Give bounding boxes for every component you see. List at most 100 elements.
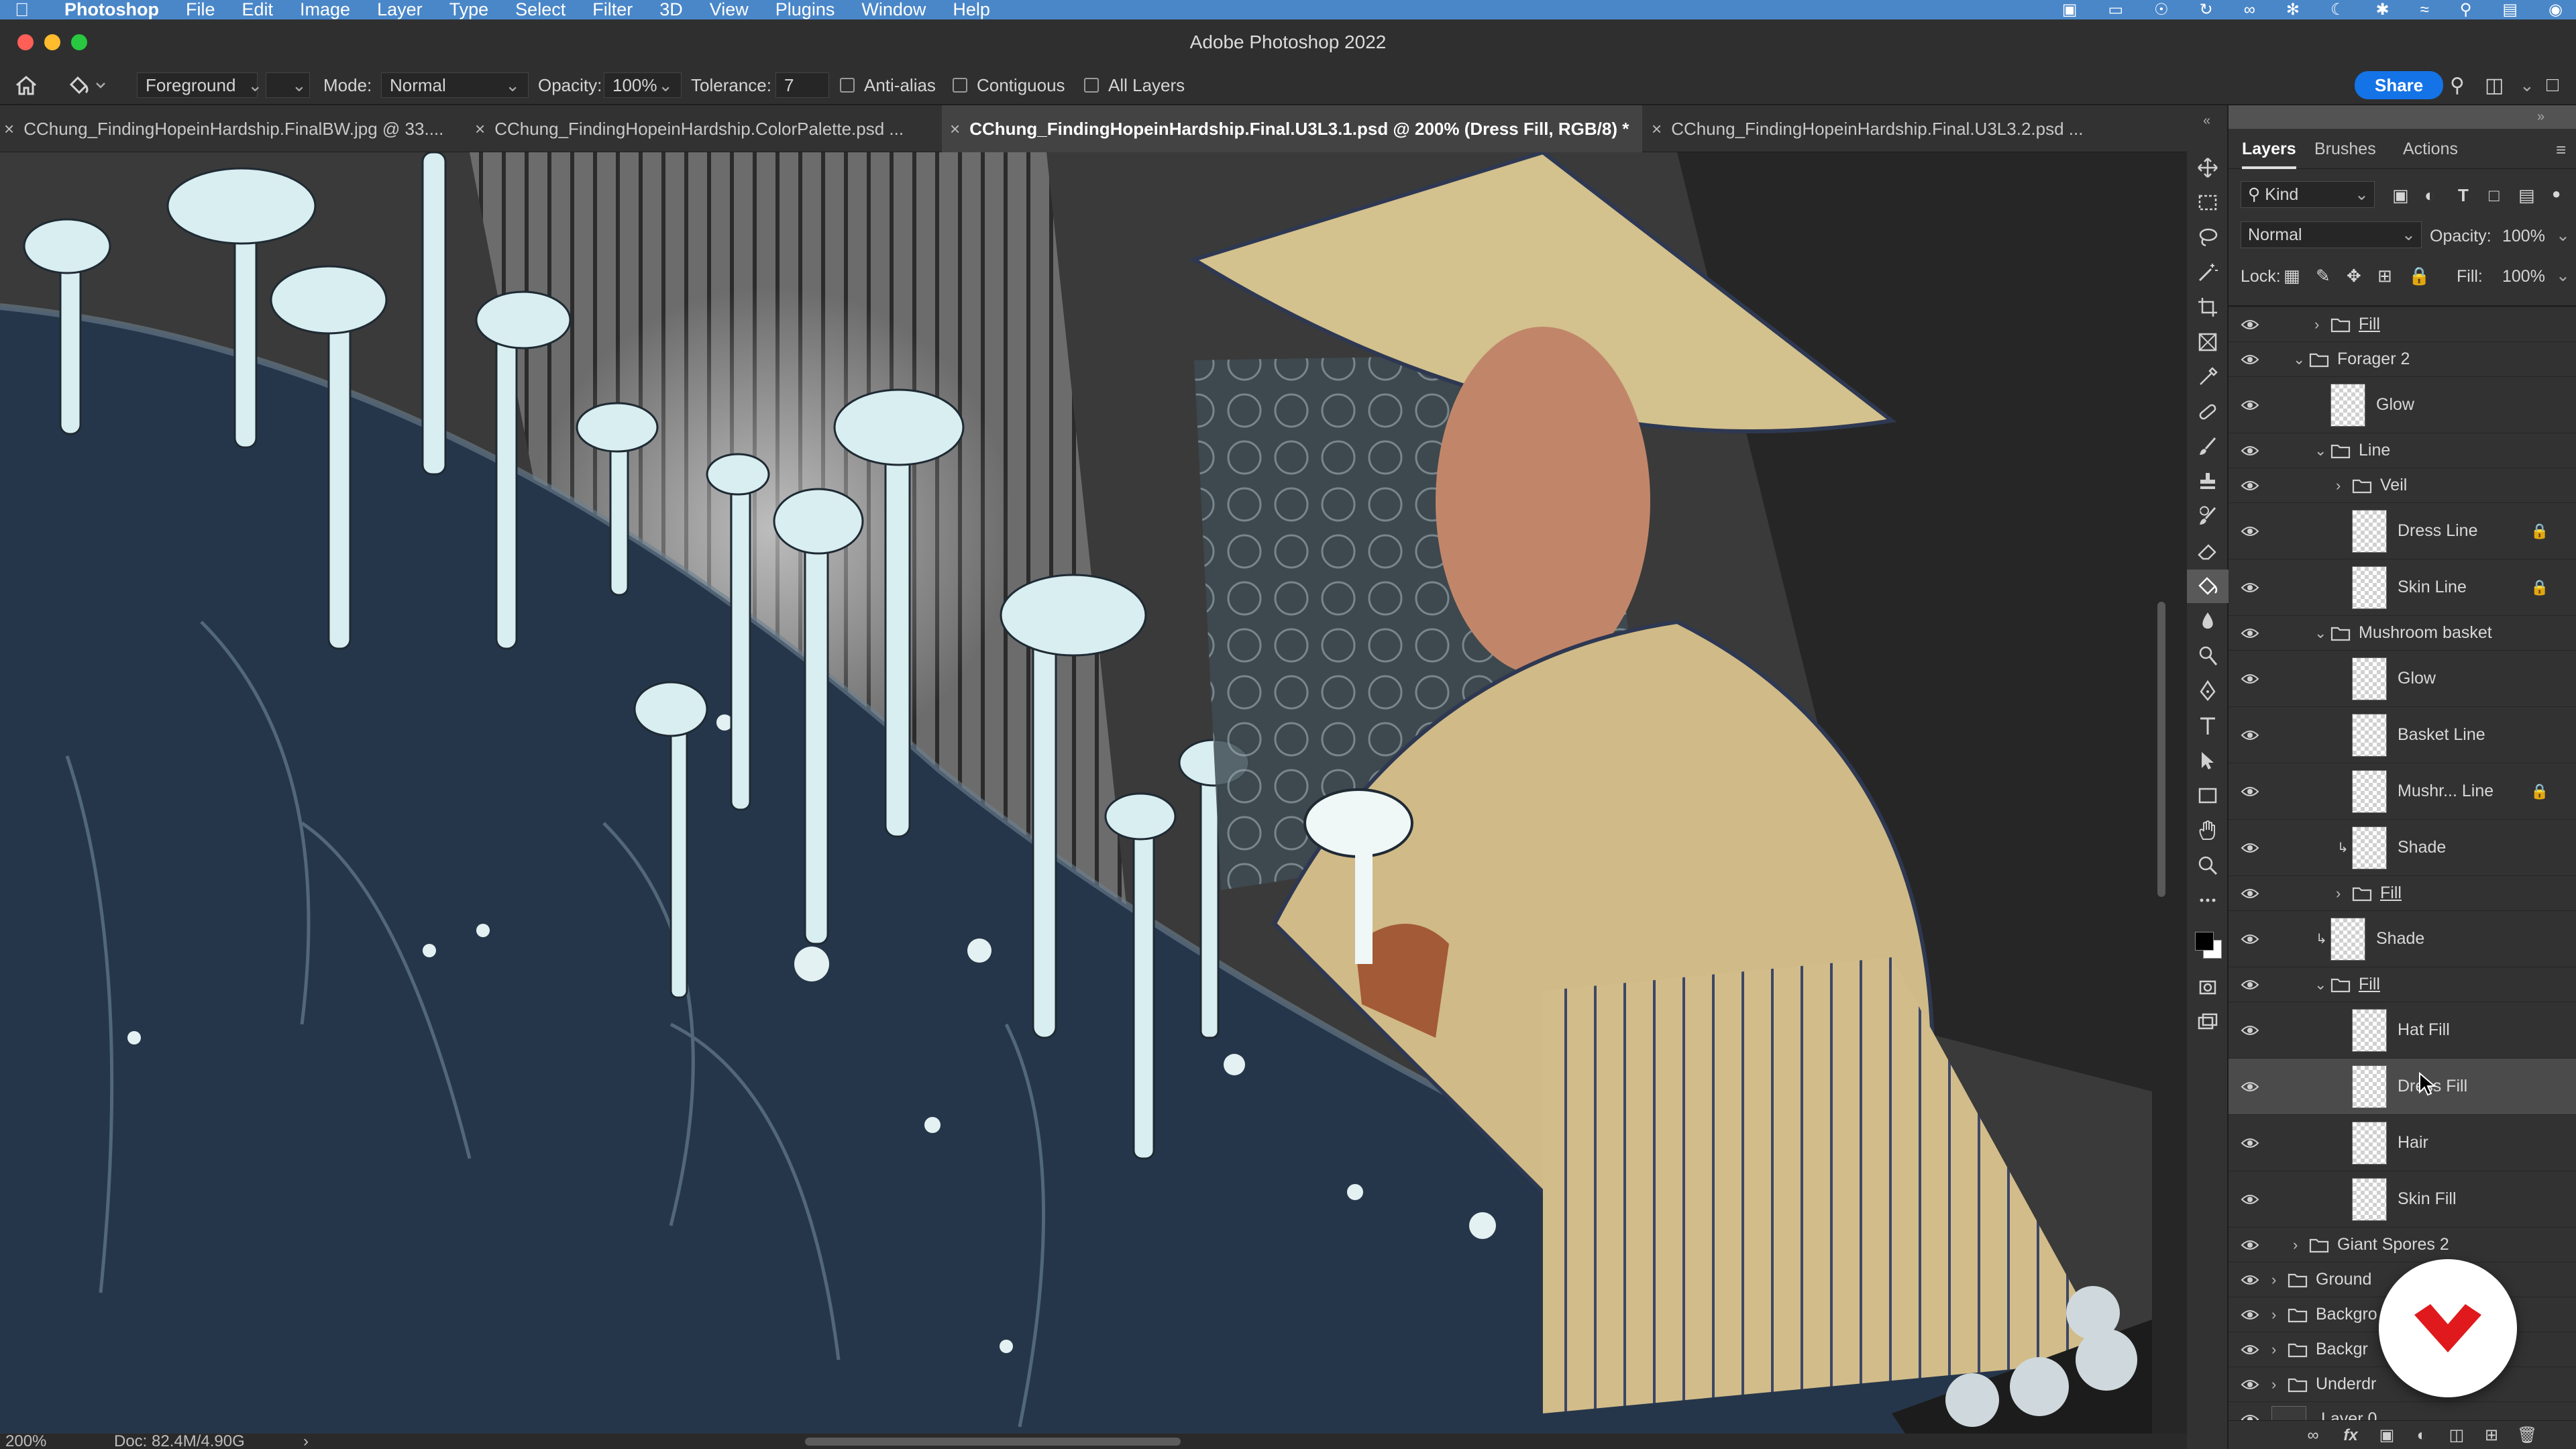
visibility-eye-icon[interactable] (2238, 1171, 2262, 1227)
horizontal-scrollbar-thumb[interactable] (805, 1438, 1181, 1446)
layer-name[interactable]: Backgr (2316, 1332, 2368, 1366)
close-tab-icon[interactable]: × (4, 119, 14, 140)
layer-name[interactable]: Hat Fill (2398, 1002, 2450, 1058)
paint-bucket-tool[interactable] (2187, 570, 2229, 603)
menu-plugins[interactable]: Plugins (775, 0, 835, 20)
magic-wand-tool[interactable] (2187, 256, 2229, 289)
layer-name[interactable]: Hair (2398, 1115, 2428, 1171)
layer-row[interactable]: Mushr... Line 🔒 (2229, 763, 2576, 819)
visibility-eye-icon[interactable] (2238, 1297, 2262, 1332)
layer-group-row[interactable]: › Fill (2229, 307, 2576, 341)
paint-bucket-tool-preset-icon[interactable] (67, 65, 107, 105)
chevron-down-icon[interactable]: ⌄ (2314, 967, 2328, 1002)
visibility-eye-icon[interactable] (2238, 1402, 2262, 1420)
collapse-panel-icon[interactable]: » (2537, 109, 2544, 125)
filter-shape-icon[interactable]: □ (2489, 185, 2500, 206)
bluetooth-icon[interactable]: ✱ (2376, 0, 2390, 19)
layer-name[interactable]: Mushroom basket (2359, 616, 2492, 650)
layer-group-row[interactable]: › Giant Spores 2 (2229, 1227, 2576, 1262)
crop-tool[interactable] (2187, 290, 2229, 324)
chevron-down-icon[interactable]: ⌄ (2314, 616, 2328, 650)
chevron-right-icon[interactable]: › (2293, 1228, 2306, 1262)
layer-name[interactable]: Backgro (2316, 1297, 2377, 1332)
tab-actions[interactable]: Actions (2403, 129, 2458, 169)
blur-tool[interactable] (2187, 604, 2229, 638)
creative-cloud-icon[interactable]: ☉ (2154, 0, 2169, 19)
healing-brush-tool[interactable] (2187, 395, 2229, 429)
history-brush-tool[interactable] (2187, 500, 2229, 533)
lasso-tool[interactable] (2187, 221, 2229, 254)
all-layers-checkbox[interactable]: All Layers (1084, 65, 1185, 105)
tab-layers[interactable]: Layers (2242, 129, 2296, 169)
delete-layer-icon[interactable]: 🗑 (2517, 1426, 2537, 1445)
menu-window[interactable]: Window (861, 0, 926, 20)
status-menu-arrow[interactable]: › (303, 1434, 309, 1449)
sync-icon[interactable]: ∞ (2244, 1, 2255, 19)
layer-name[interactable]: Forager 2 (2337, 342, 2410, 376)
layer-name[interactable]: Fill (2359, 307, 2380, 341)
rectangle-tool[interactable] (2187, 779, 2229, 812)
layer-name[interactable]: Basket Line (2398, 707, 2485, 763)
siri-icon[interactable]: ◉ (2548, 0, 2563, 19)
share-document-icon[interactable]: □ (2546, 65, 2559, 105)
layer-style-fx-icon[interactable]: fx (2341, 1426, 2360, 1445)
layer-row[interactable]: Skin Line 🔒 (2229, 559, 2576, 615)
panel-menu-icon[interactable]: ≡ (2556, 140, 2566, 160)
minimize-window-button[interactable] (44, 34, 60, 50)
menu-help[interactable]: Help (953, 0, 990, 20)
menu-layer[interactable]: Layer (377, 0, 423, 20)
refresh-icon[interactable]: ↻ (2200, 0, 2213, 19)
layer-group-row[interactable]: › Veil (2229, 468, 2576, 502)
lock-artboard-icon[interactable]: ⊞ (2377, 266, 2392, 286)
tab-document-1[interactable]: × CChung_FindingHopeinHardship.FinalBW.jp… (0, 105, 470, 152)
visibility-eye-icon[interactable] (2238, 763, 2262, 819)
layer-name[interactable]: Glow (2398, 651, 2436, 706)
layer-name[interactable]: Fill (2380, 876, 2402, 910)
chevron-right-icon[interactable]: › (2336, 876, 2349, 910)
layer-row[interactable]: Hair (2229, 1114, 2576, 1171)
visibility-eye-icon[interactable] (2238, 1263, 2262, 1297)
close-tab-icon[interactable]: × (950, 119, 960, 140)
display-icon[interactable]: ▭ (2108, 0, 2123, 19)
visibility-eye-icon[interactable] (2238, 876, 2262, 910)
control-center-icon[interactable]: ▤ (2502, 0, 2518, 19)
fill-source-select[interactable]: Foreground ⌄ (137, 72, 262, 98)
layer-thumbnail[interactable] (2352, 820, 2387, 875)
chevron-right-icon[interactable]: › (2271, 1297, 2285, 1332)
eraser-tool[interactable] (2187, 535, 2229, 568)
menu-3d[interactable]: 3D (659, 0, 683, 20)
layer-name[interactable]: Mushr... Line (2398, 763, 2493, 819)
edit-toolbar-button[interactable] (2187, 883, 2229, 917)
contiguous-checkbox[interactable]: Contiguous (953, 65, 1065, 105)
chevron-right-icon[interactable]: › (2271, 1332, 2285, 1366)
scrollbar-thumb[interactable] (2157, 602, 2165, 897)
layer-row[interactable]: Glow (2229, 650, 2576, 706)
new-group-icon[interactable]: ◫ (2447, 1426, 2466, 1445)
chevron-right-icon[interactable]: › (2271, 1367, 2285, 1401)
settings-icon[interactable]: ✻ (2286, 0, 2300, 19)
workspace-icon[interactable]: ◫ (2485, 65, 2504, 105)
layer-group-row[interactable]: ⌄ Forager 2 (2229, 341, 2576, 376)
move-tool[interactable] (2187, 151, 2229, 184)
layer-name[interactable]: Giant Spores 2 (2337, 1228, 2449, 1262)
filter-type-icon[interactable]: T (2458, 185, 2469, 206)
chevron-right-icon[interactable]: › (2336, 468, 2349, 502)
collapse-toolbar-icon[interactable]: « (2203, 113, 2210, 129)
layer-name[interactable]: Layer 0 (2321, 1402, 2377, 1420)
menu-image[interactable]: Image (300, 0, 350, 20)
layer-name[interactable]: Shade (2398, 820, 2446, 875)
layer-thumbnail[interactable] (2352, 1002, 2387, 1058)
chevron-down-icon[interactable]: ⌄ (2556, 266, 2570, 286)
zoom-level[interactable]: 200% (5, 1434, 46, 1449)
chevron-right-icon[interactable]: › (2271, 1263, 2285, 1297)
visibility-eye-icon[interactable] (2238, 1115, 2262, 1171)
hand-tool[interactable] (2187, 814, 2229, 847)
filter-smart-object-icon[interactable]: ▤ (2518, 185, 2535, 206)
layer-row[interactable]: Hat Fill (2229, 1002, 2576, 1058)
anti-alias-checkbox[interactable]: Anti-alias (840, 65, 936, 105)
eyedropper-tool[interactable] (2187, 360, 2229, 394)
link-layers-icon[interactable]: ∞ (2304, 1426, 2322, 1445)
layer-name[interactable]: Skin Fill (2398, 1171, 2457, 1227)
visibility-eye-icon[interactable] (2238, 616, 2262, 650)
layer-thumbnail[interactable] (2271, 1406, 2306, 1420)
